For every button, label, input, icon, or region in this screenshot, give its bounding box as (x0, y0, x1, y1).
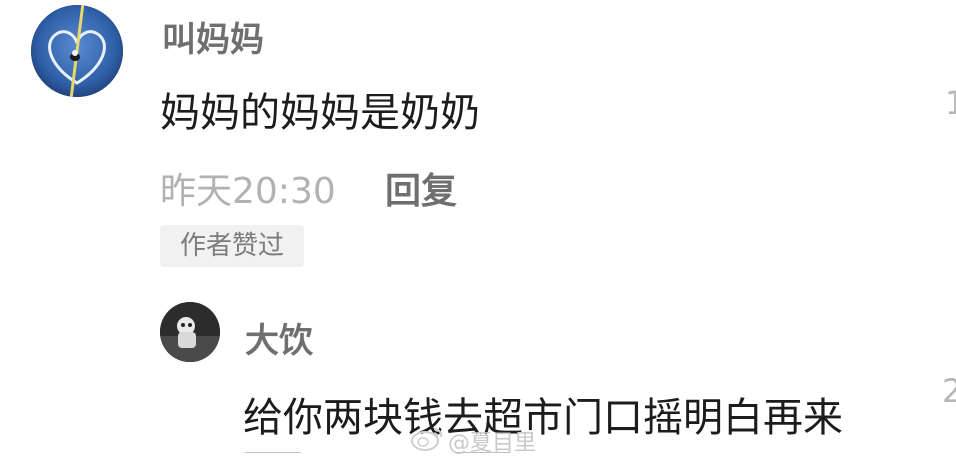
author-liked-badge: 作者赞过 (160, 225, 304, 267)
comment-timestamp: 昨天20:30 (160, 171, 336, 212)
cut-off-glyph: ▔▔ (245, 452, 300, 465)
comment-username[interactable]: 叫妈妈 (162, 12, 264, 61)
reply-text: 给你两块钱去超市门口摇明白再来 (243, 395, 843, 441)
avatar-image (31, 5, 123, 97)
cut-off-glyph: ▔▔ (455, 452, 510, 465)
reply-avatar-image (160, 302, 220, 362)
comment-text: 妈妈的妈妈是奶奶 (160, 90, 480, 136)
reply-avatar[interactable] (160, 302, 220, 362)
reply-username[interactable]: 大饮 (245, 313, 313, 362)
cut-off-row: ▔▔ ▔▔ (245, 452, 545, 465)
reply-like-count-partial[interactable]: 2 (942, 372, 956, 410)
reply-button[interactable]: 回复 (385, 162, 457, 214)
like-count-partial[interactable]: 1 (945, 84, 956, 122)
avatar[interactable] (31, 5, 123, 97)
